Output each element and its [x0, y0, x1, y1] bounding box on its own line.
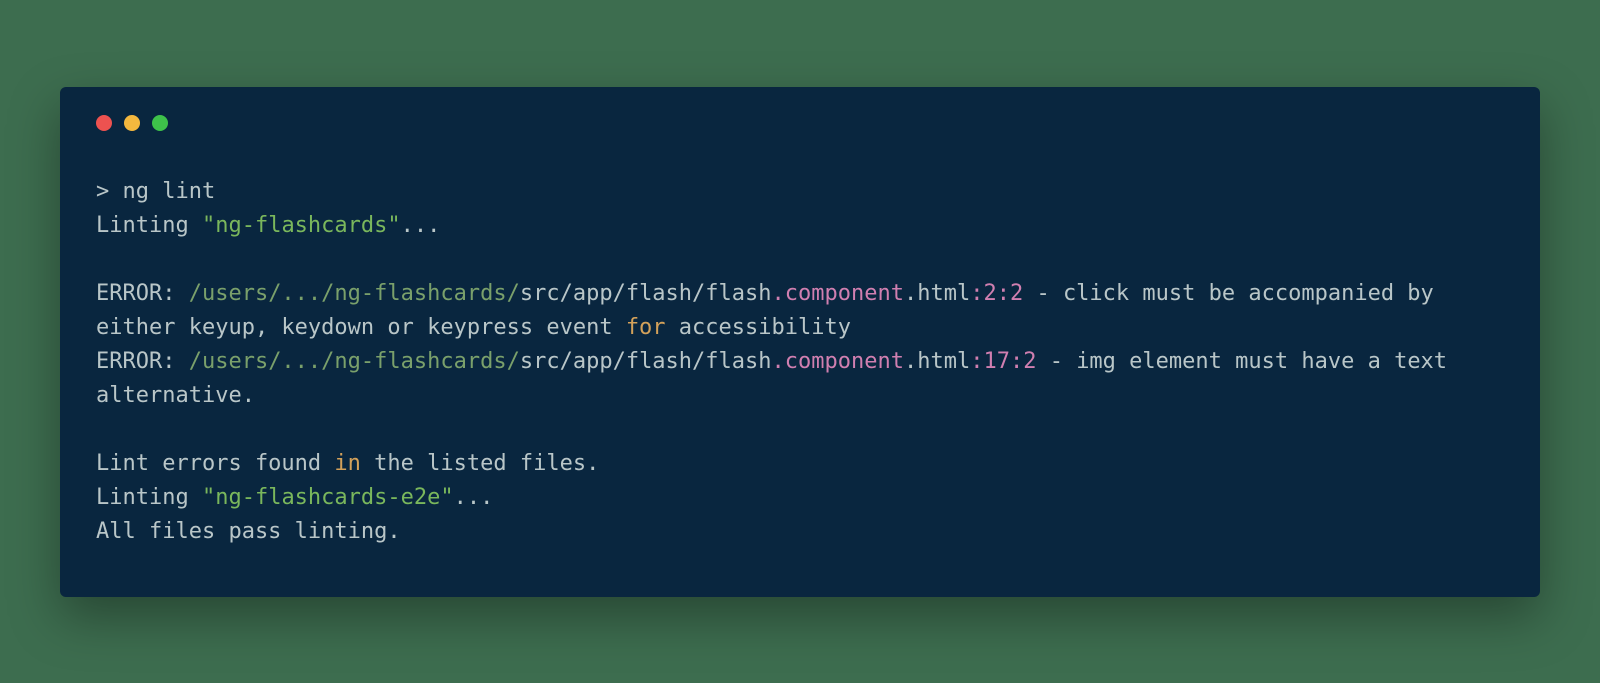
- terminal-line: Linting "ng-flashcards-e2e"...: [96, 481, 1504, 515]
- terminal-text: .component: [772, 281, 904, 306]
- terminal-text: ...: [401, 213, 441, 238]
- terminal-text: /users/.../ng-flashcards/: [189, 349, 520, 374]
- terminal-line: All files pass linting.: [96, 515, 1504, 549]
- terminal-text: .component: [772, 349, 904, 374]
- terminal-text: Linting: [96, 213, 202, 238]
- window-titlebar: [96, 115, 1504, 131]
- terminal-text: ERROR:: [96, 281, 189, 306]
- terminal-text: the listed files.: [361, 451, 599, 476]
- terminal-line: > ng lint: [96, 175, 1504, 209]
- zoom-icon[interactable]: [152, 115, 168, 131]
- terminal-text: "ng-flashcards-e2e": [202, 485, 454, 510]
- terminal-text: All files pass linting.: [96, 519, 401, 544]
- terminal-text: :17:2: [970, 349, 1036, 374]
- terminal-text: ...: [454, 485, 494, 510]
- terminal-line: Linting "ng-flashcards"...: [96, 209, 1504, 243]
- terminal-line: Lint errors found in the listed files.: [96, 447, 1504, 481]
- terminal-text: .html: [904, 281, 970, 306]
- terminal-text: for: [626, 315, 666, 340]
- terminal-text: > ng lint: [96, 179, 215, 204]
- minimize-icon[interactable]: [124, 115, 140, 131]
- terminal-text: in: [334, 451, 361, 476]
- terminal-line: ERROR: /users/.../ng-flashcards/src/app/…: [96, 345, 1504, 413]
- terminal-text: /users/.../ng-flashcards/: [189, 281, 520, 306]
- close-icon[interactable]: [96, 115, 112, 131]
- terminal-line: ERROR: /users/.../ng-flashcards/src/app/…: [96, 277, 1504, 345]
- terminal-line: [96, 243, 1504, 277]
- terminal-text: accessibility: [666, 315, 851, 340]
- terminal-line: [96, 413, 1504, 447]
- terminal-text: :2:2: [970, 281, 1023, 306]
- terminal-text: Lint errors found: [96, 451, 334, 476]
- terminal-text: ERROR:: [96, 349, 189, 374]
- terminal-output: > ng lint Linting "ng-flashcards"... ERRO…: [96, 175, 1504, 549]
- terminal-text: src/app/flash/flash: [520, 349, 772, 374]
- terminal-window: > ng lint Linting "ng-flashcards"... ERRO…: [60, 87, 1540, 597]
- terminal-text: .html: [904, 349, 970, 374]
- terminal-text: src/app/flash/flash: [520, 281, 772, 306]
- terminal-text: Linting: [96, 485, 202, 510]
- terminal-text: "ng-flashcards": [202, 213, 401, 238]
